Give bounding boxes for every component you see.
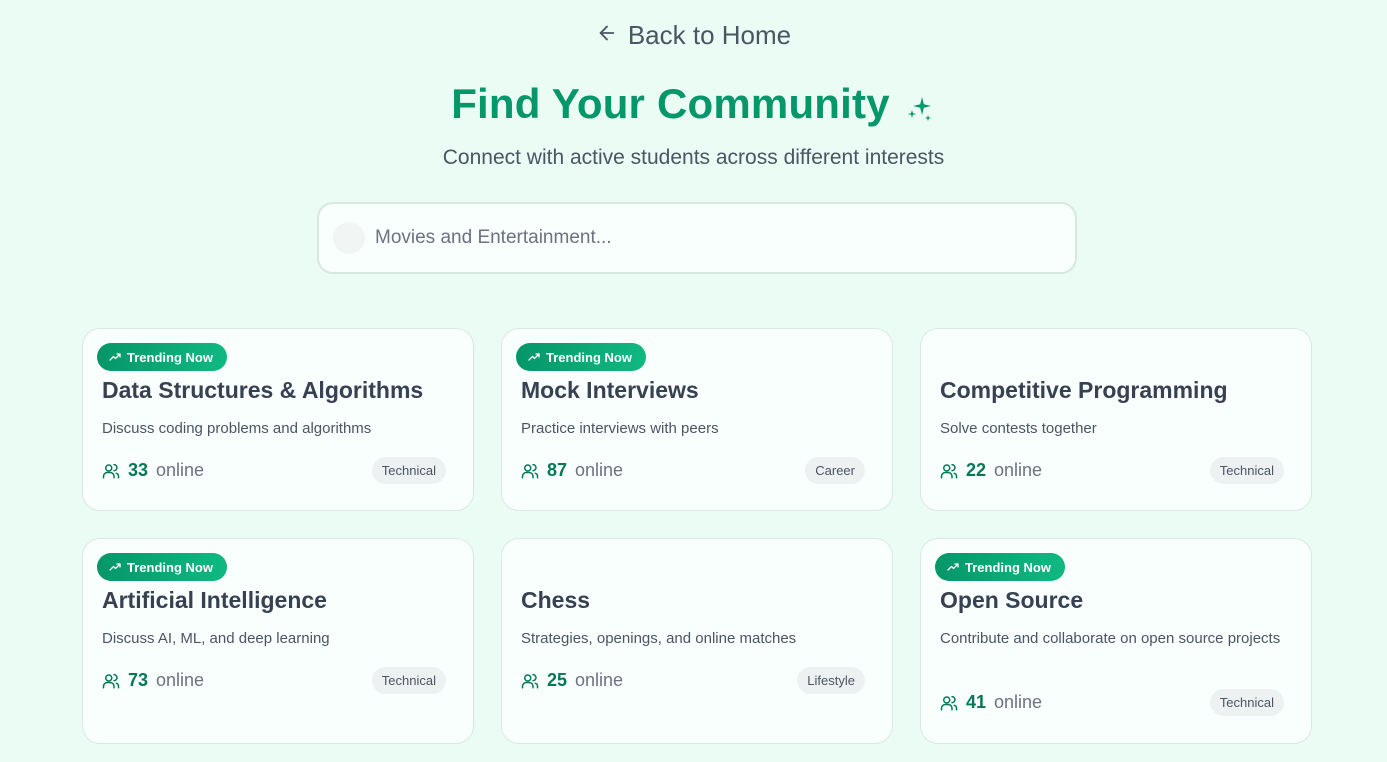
category-tag: Technical: [371, 667, 446, 694]
community-title: Artificial Intelligence: [102, 587, 327, 613]
community-footer: 73 online Technical: [102, 667, 446, 694]
back-link-label: Back to Home: [627, 20, 792, 50]
trending-badge: Trending Now: [97, 343, 227, 371]
community-footer: 25 online Lifestyle: [521, 667, 865, 694]
search-box[interactable]: [317, 202, 1077, 274]
users-icon: [940, 695, 958, 710]
community-title: Open Source: [940, 587, 1084, 613]
arrow-left-icon: [596, 20, 618, 51]
users-icon: [102, 673, 120, 688]
online-count: 22 online: [940, 460, 1042, 481]
community-description: Solve contests together: [940, 420, 1097, 437]
page-header: Find Your Community: [0, 80, 1387, 128]
community-title: Competitive Programming: [940, 377, 1228, 403]
online-count: 41 online: [940, 692, 1042, 713]
online-count: 87 online: [521, 460, 623, 481]
community-card-chess[interactable]: Chess Strategies, openings, and online m…: [501, 538, 893, 744]
category-tag: Technical: [1209, 457, 1284, 484]
trending-up-icon: [947, 563, 959, 571]
users-icon: [102, 463, 120, 478]
trending-badge: Trending Now: [516, 343, 646, 371]
users-icon: [521, 673, 539, 688]
community-card-data-structures[interactable]: Trending Now Data Structures & Algorithm…: [82, 328, 474, 511]
back-to-home-link[interactable]: Back to Home: [0, 20, 1387, 51]
community-card-competitive-programming[interactable]: Competitive Programming Solve contests t…: [920, 328, 1312, 511]
users-icon: [521, 463, 539, 478]
community-footer: 87 online Career: [521, 457, 865, 484]
search-input[interactable]: [375, 227, 1015, 249]
community-description: Practice interviews with peers: [521, 420, 719, 437]
page-title: Find Your Community: [451, 80, 890, 127]
category-tag: Technical: [371, 457, 446, 484]
search-icon: [333, 222, 365, 254]
category-tag: Lifestyle: [797, 667, 865, 694]
community-description: Discuss AI, ML, and deep learning: [102, 630, 330, 647]
community-footer: 33 online Technical: [102, 457, 446, 484]
online-count: 33 online: [102, 460, 204, 481]
category-tag: Technical: [1209, 689, 1284, 716]
community-description: Contribute and collaborate on open sourc…: [940, 630, 1281, 647]
community-card-mock-interviews[interactable]: Trending Now Mock Interviews Practice in…: [501, 328, 893, 511]
trending-badge: Trending Now: [97, 553, 227, 581]
community-title: Chess: [521, 587, 591, 613]
community-title: Data Structures & Algorithms: [102, 377, 424, 403]
community-footer: 22 online Technical: [940, 457, 1284, 484]
community-title: Mock Interviews: [521, 377, 699, 403]
category-tag: Career: [805, 457, 865, 484]
online-count: 25 online: [521, 670, 623, 691]
trending-up-icon: [109, 563, 121, 571]
sparkles-icon: [904, 93, 936, 125]
community-card-artificial-intelligence[interactable]: Trending Now Artificial Intelligence Dis…: [82, 538, 474, 744]
community-card-open-source[interactable]: Trending Now Open Source Contribute and …: [920, 538, 1312, 744]
online-count: 73 online: [102, 670, 204, 691]
community-description: Strategies, openings, and online matches: [521, 630, 797, 647]
trending-up-icon: [109, 353, 121, 361]
trending-badge: Trending Now: [935, 553, 1065, 581]
community-description: Discuss coding problems and algorithms: [102, 420, 372, 437]
users-icon: [940, 463, 958, 478]
trending-up-icon: [528, 353, 540, 361]
page-subtitle: Connect with active students across diff…: [442, 146, 945, 169]
community-footer: 41 online Technical: [940, 689, 1284, 716]
